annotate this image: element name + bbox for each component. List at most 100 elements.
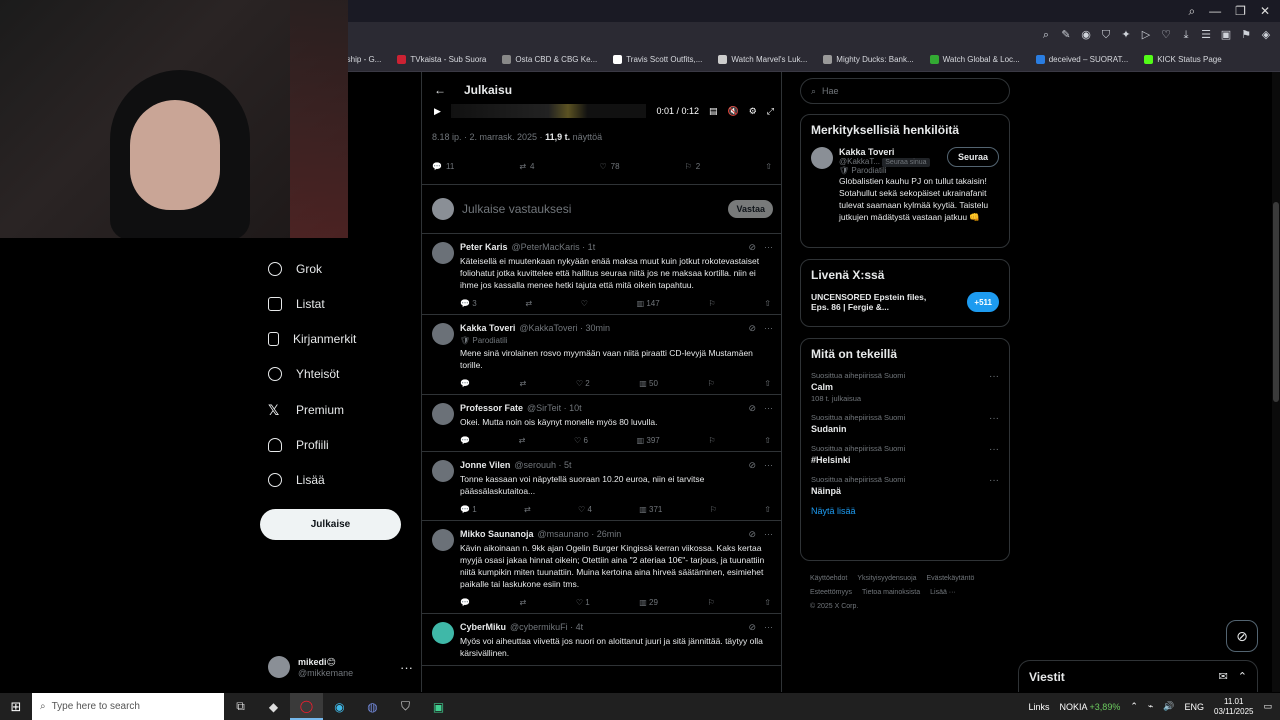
more-dots-icon[interactable]: ··· [989,371,999,382]
settings-icon[interactable]: ⚙ [749,106,757,117]
footer-link[interactable]: Esteettömyys [810,589,852,596]
minimize-button[interactable]: — [1209,4,1221,18]
bookmark-item[interactable]: TVkaista - Sub Suora [397,55,486,64]
task-view-icon[interactable]: ⧉ [224,693,257,720]
share-icon[interactable]: ⇧ [764,598,771,607]
like-button[interactable]: ♡ 6 [574,436,588,445]
search-input[interactable]: ⌕ Hae [800,78,1010,104]
nav-item-bookmarks[interactable]: Kirjanmerkit [268,332,356,346]
more-dots-icon[interactable]: ··· [764,242,773,253]
live-item[interactable]: UNCENSORED Epstein files, Eps. 86 | Ferg… [811,292,999,312]
nav-item-more[interactable]: Lisää [268,473,325,487]
like-button[interactable]: ♡ 1 [576,598,590,607]
bookmark-item[interactable]: Mighty Ducks: Bank... [823,55,914,64]
more-dots-icon[interactable]: ··· [764,323,773,334]
bookmark-item[interactable]: Watch Marvel's Luk... [718,55,807,64]
windows-start-icon[interactable]: ⊞ [0,693,32,720]
network-icon[interactable]: ⌁ [1148,701,1153,712]
account-switcher[interactable]: mikedi😊 @mikkemane ··· [268,652,413,682]
grok-icon[interactable]: ⊘ [748,622,756,633]
camera-icon[interactable]: ◉ [1080,29,1092,41]
page-scrollbar[interactable] [1272,72,1280,692]
nav-item-grok[interactable]: Grok [268,262,322,276]
grok-icon[interactable]: ⊘ [748,323,756,334]
play-icon[interactable]: ▶ [434,106,441,117]
footer-link[interactable]: Käyttöehdot [810,575,847,582]
reply-item[interactable]: Professor Fate @SirTeit · 10t ⊘ ··· Okei. M… [422,395,781,452]
follow-button[interactable]: Seuraa [946,147,999,167]
compose-message-icon[interactable]: ✉ [1219,670,1228,683]
shield-icon[interactable]: ⛉ [1100,29,1112,41]
reply-count[interactable]: 💬 11 [432,162,454,171]
notifications-icon[interactable]: ▭ [1263,701,1272,712]
captions-icon[interactable]: ▤ [709,106,718,117]
person-row[interactable]: Kakka Toveri @KakkaT... Seuraa sinua 🛡 P… [811,147,999,175]
like-count[interactable]: ♡ 78 [600,162,620,171]
opera-browser-icon[interactable]: ◯ [290,693,323,720]
mute-icon[interactable]: 🔇 [728,106,739,117]
footer-link[interactable]: Tietoa mainoksista [862,589,920,596]
like-button[interactable]: ♡ 2 [576,379,590,388]
repost-button[interactable]: ⇄ [525,299,532,308]
clock[interactable]: 11.01 03/11/2025 [1214,697,1253,717]
reply-item[interactable]: Jonne Vilen @serouuh · 5t ⊘ ··· Tonne kassa… [422,452,781,521]
edit-icon[interactable]: ✎ [1060,29,1072,41]
bookmark-item[interactable]: deceived – SUORAT... [1035,55,1128,64]
reply-item[interactable]: Mikko Saunanoja @msaunano · 26min ⊘ ··· Käv… [422,521,781,614]
views-count[interactable]: ▥ 147 [637,299,660,308]
reply-item[interactable]: Kakka Toveri @KakkaToveri · 30min ⊘ ··· 🛡 P… [422,315,781,395]
extension-icon[interactable]: ✦ [1120,29,1132,41]
discord-icon[interactable]: ◍ [356,693,389,720]
chevron-up-icon[interactable]: ⌃ [1130,701,1138,712]
search-icon[interactable]: ⌕ [1188,4,1195,19]
bookmark-count[interactable]: ⚐ 2 [685,162,701,171]
grok-icon[interactable]: ⊘ [748,403,756,414]
edge-browser-icon[interactable]: ◉ [323,693,356,720]
stock-ticker[interactable]: NOKIA +3,89% [1060,702,1121,712]
more-dots-icon[interactable]: ··· [764,403,773,414]
messages-drawer[interactable]: Viestit ✉ ⌃ [1018,660,1258,692]
menu-icon[interactable]: ☰ [1200,29,1212,41]
repost-button[interactable]: ⇄ [519,436,526,445]
expand-icon[interactable]: ⌃ [1238,670,1247,683]
bookmark-icon[interactable]: ⚐ [710,505,717,514]
links-toolbar[interactable]: Links [1029,702,1050,712]
app-icon[interactable]: ▣ [422,693,455,720]
share-icon[interactable]: ⇧ [764,436,771,445]
volume-icon[interactable]: 🔊 [1163,701,1174,712]
fullscreen-icon[interactable]: ⤢ [767,106,774,117]
close-button[interactable]: ✕ [1260,4,1270,18]
zoom-icon[interactable]: ⌕ [1040,29,1052,41]
vpn-icon[interactable]: ⚑ [1240,29,1252,41]
play-icon[interactable]: ▷ [1140,29,1152,41]
shield-app-icon[interactable]: ⛉ [389,693,422,720]
more-dots-icon[interactable]: ··· [764,622,773,633]
bookmark-item[interactable]: rship - G... [344,55,381,64]
more-dots-icon[interactable]: ··· [989,475,999,486]
nav-item-premium[interactable]: 𝕏 Premium [268,403,344,417]
views-count[interactable]: ▥ 29 [639,598,658,607]
views-count[interactable]: ▥ 371 [639,505,662,514]
like-button[interactable]: ♡ 4 [578,505,592,514]
more-dots-icon[interactable]: ··· [400,660,413,675]
reply-button[interactable]: 💬 [460,379,470,388]
share-button[interactable]: ⇧ [765,162,772,171]
post-button[interactable]: Julkaise [260,509,401,540]
grok-icon[interactable]: ⊘ [748,460,756,471]
bookmark-item[interactable]: Travis Scott Outfits,... [613,55,702,64]
repost-button[interactable]: ⇄ [520,379,527,388]
cube-icon[interactable]: ◈ [1260,29,1272,41]
views-count[interactable]: ▥ 50 [639,379,658,388]
taskbar-search[interactable]: ⌕ Type here to search [32,693,224,720]
bookmark-item[interactable]: Watch Global & Loc... [929,55,1020,64]
scrollbar-thumb[interactable] [1273,202,1279,402]
grok-icon[interactable]: ⊘ [748,529,756,540]
reply-button[interactable]: 💬 1 [460,505,477,514]
bookmark-item[interactable]: KICK Status Page [1144,55,1222,64]
video-progress[interactable] [450,104,647,118]
bookmark-item[interactable]: Osta CBD & CBG Ke... [502,55,597,64]
reply-button[interactable]: 💬 [460,598,470,607]
reply-button[interactable]: 💬 3 [460,299,477,308]
grok-fab-button[interactable]: ⊘ [1226,620,1258,652]
nav-item-lists[interactable]: Listat [268,297,325,311]
